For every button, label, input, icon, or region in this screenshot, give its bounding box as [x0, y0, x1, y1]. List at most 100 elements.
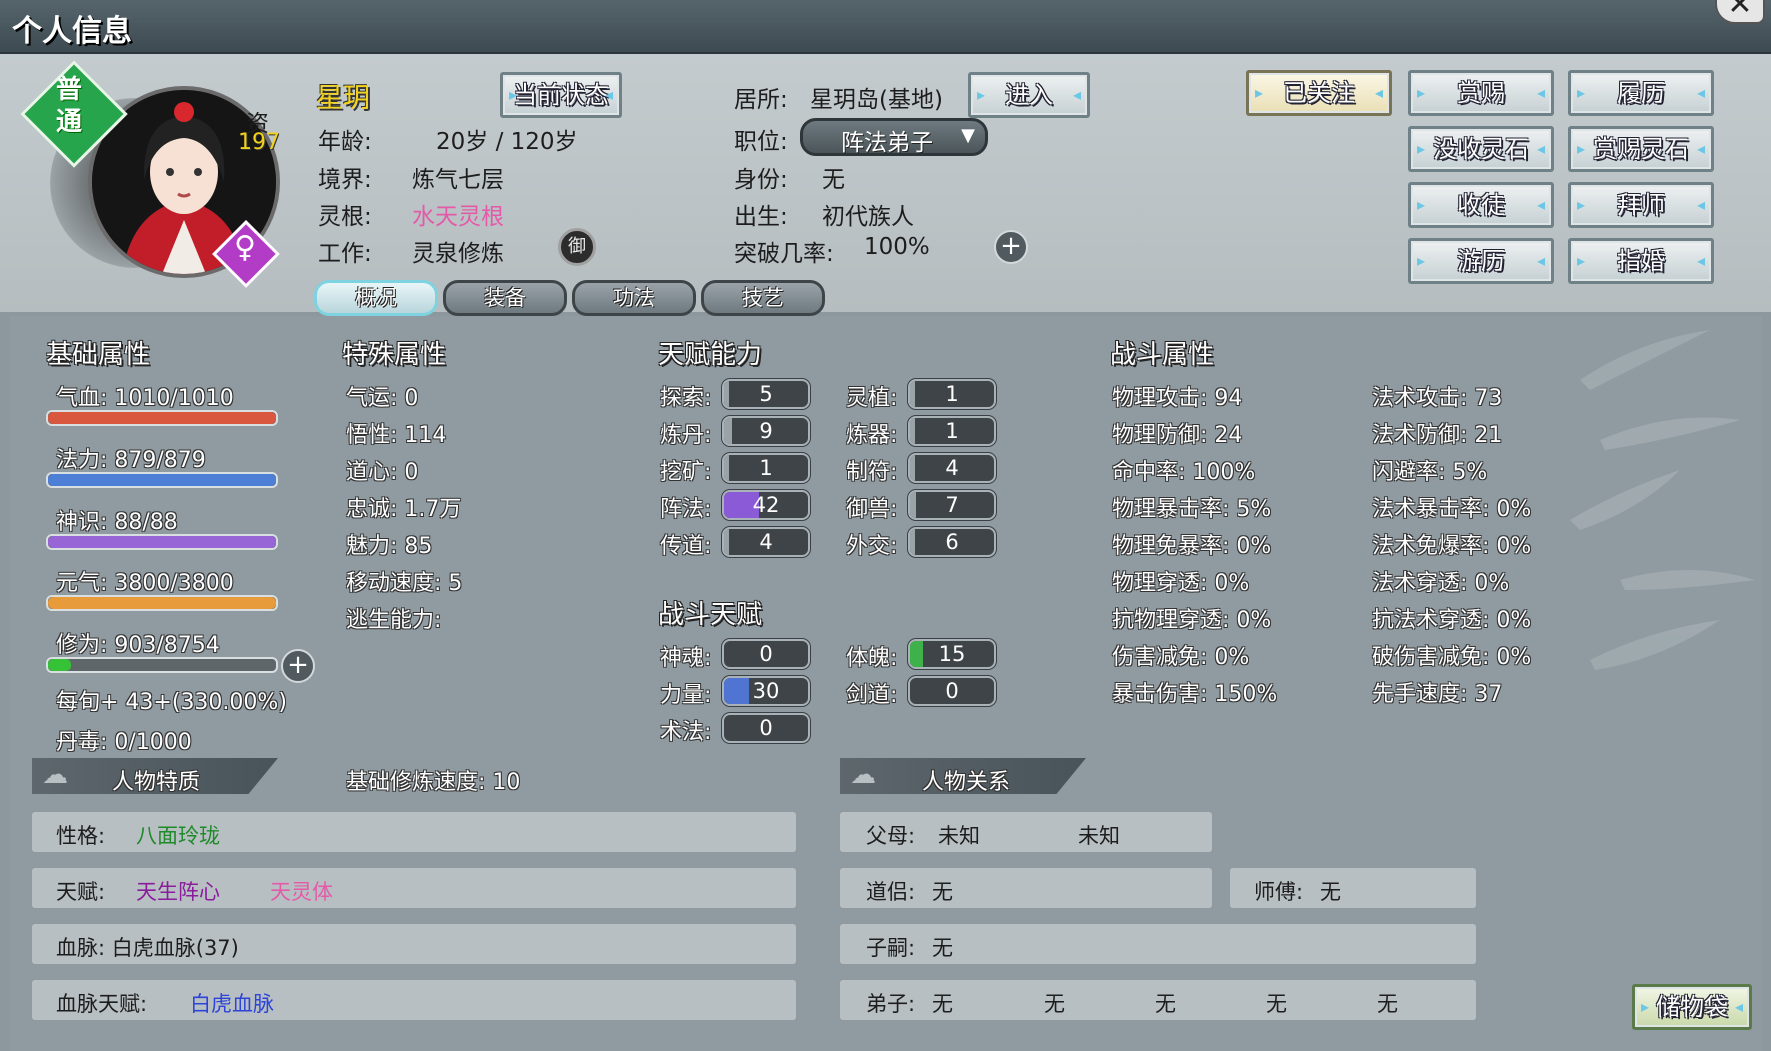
special-attribute: 魅力: 85: [346, 534, 433, 559]
talent-value-pill: 0: [908, 676, 996, 706]
talent-fill: [910, 492, 916, 518]
reward-stones-button[interactable]: 赏赐灵石: [1568, 126, 1714, 172]
job-seal-icon[interactable]: 御: [558, 228, 596, 266]
confiscate-stones-button[interactable]: 没收灵石: [1408, 126, 1554, 172]
close-button[interactable]: ✕: [1715, 0, 1765, 24]
breakthrough-plus-button[interactable]: +: [994, 230, 1028, 264]
tab-skills[interactable]: 技艺: [701, 280, 825, 316]
birth-value: 初代族人: [822, 204, 914, 230]
tab-equipment[interactable]: 装备: [443, 280, 567, 316]
divine-sense-bar: [46, 534, 278, 550]
combat-attribute: 抗物理穿透: 0%: [1112, 608, 1272, 633]
gift-2[interactable]: 天灵体: [270, 876, 333, 906]
talent-label: 术法:: [660, 720, 712, 745]
realm-value: 炼气七层: [412, 167, 504, 193]
bloodline-gift-value[interactable]: 白虎血脉: [190, 988, 274, 1018]
age-value: 20岁 / 120岁: [436, 129, 578, 155]
talent-value: 1: [945, 419, 959, 443]
talent-value: 4: [945, 456, 959, 480]
position-label: 职位:: [734, 129, 788, 155]
take-disciple-button[interactable]: 收徒: [1408, 182, 1554, 228]
talent-fill: [724, 455, 730, 481]
realm-label: 境界:: [318, 167, 372, 193]
reward-button[interactable]: 赏赐: [1408, 70, 1554, 116]
pill-poison: 丹毒: 0/1000: [56, 730, 192, 755]
talent-fill: [724, 678, 750, 704]
talent-label: 制符:: [846, 460, 898, 485]
talent-fill: [724, 418, 732, 444]
position-dropdown[interactable]: 阵法弟子 ▼: [800, 118, 988, 156]
current-status-button[interactable]: 当前状态: [500, 72, 622, 118]
relations-title: 人物关系: [922, 770, 1011, 795]
talent-value-pill: 4: [722, 527, 810, 557]
tab-techniques[interactable]: 功法: [572, 280, 696, 316]
gift-1[interactable]: 天生阵心: [136, 876, 220, 906]
enter-button[interactable]: 进入: [968, 72, 1090, 118]
special-attribute: 悟性: 114: [346, 423, 447, 448]
character-info-window: 个人信息 ✕ 普通 资 197 ♀ 星玥 当前状态 年龄: 20岁 / 120岁…: [0, 0, 1771, 1051]
talent-value-pill: 5: [722, 379, 810, 409]
disciple-slot[interactable]: 无: [1266, 988, 1287, 1018]
master-value[interactable]: 无: [1320, 876, 1341, 906]
talent-value: 5: [759, 382, 773, 406]
disciple-slot[interactable]: 无: [932, 988, 953, 1018]
bloodline-gift-row: 血脉天赋: 白虎血脉: [32, 980, 796, 1020]
cultivation-plus-button[interactable]: +: [281, 649, 315, 683]
gift-label: 天赋:: [56, 880, 106, 904]
personality-value[interactable]: 八面玲珑: [136, 820, 220, 850]
position-dropdown-value: 阵法弟子: [841, 130, 933, 156]
bloodline-gift-label: 血脉天赋:: [56, 992, 148, 1016]
disciple-slot[interactable]: 无: [1377, 988, 1398, 1018]
master-row: 师傅: 无: [1230, 868, 1476, 908]
combat-attribute: 法术攻击: 73: [1372, 386, 1503, 411]
combat-attribute: 物理穿透: 0%: [1112, 571, 1250, 596]
parent-2[interactable]: 未知: [1078, 820, 1120, 850]
arrange-marriage-button[interactable]: 指婚: [1568, 238, 1714, 284]
talent-label: 力量:: [660, 683, 712, 708]
combat-talent-title: 战斗天赋: [658, 600, 763, 630]
follow-button[interactable]: 已关注: [1246, 70, 1392, 116]
tab-overview[interactable]: 概况: [314, 280, 438, 316]
combat-attribute: 物理暴击率: 5%: [1112, 497, 1272, 522]
talent-label: 传道:: [660, 534, 712, 559]
vitality-text: 元气: 3800/3800: [56, 571, 234, 596]
disciple-slot[interactable]: 无: [1155, 988, 1176, 1018]
special-attribute: 道心: 0: [346, 460, 419, 485]
children-label: 子嗣:: [866, 936, 916, 960]
disciple-slot[interactable]: 无: [1044, 988, 1065, 1018]
partner-row: 道侣: 无: [840, 868, 1212, 908]
talent-label: 外交:: [846, 534, 898, 559]
travel-button[interactable]: 游历: [1408, 238, 1554, 284]
identity-label: 身份:: [734, 167, 788, 193]
combat-attribute: 物理攻击: 94: [1112, 386, 1243, 411]
talent-label: 炼丹:: [660, 423, 712, 448]
storage-bag-button[interactable]: 储物袋: [1632, 984, 1752, 1030]
talent-value: 1: [945, 382, 959, 406]
apprentice-button[interactable]: 拜师: [1568, 182, 1714, 228]
combat-attribute: 命中率: 100%: [1112, 460, 1256, 485]
talent-value: 9: [759, 419, 773, 443]
children-value[interactable]: 无: [932, 932, 953, 962]
hp-bar: [46, 410, 278, 426]
parent-1[interactable]: 未知: [938, 820, 980, 850]
talent-fill: [910, 381, 916, 407]
female-icon: ♀: [234, 230, 256, 265]
talent-label: 剑道:: [846, 683, 898, 708]
chevron-down-icon: ▼: [961, 125, 975, 146]
history-button[interactable]: 履历: [1568, 70, 1714, 116]
talent-label: 探索:: [660, 386, 712, 411]
hp-text: 气血: 1010/1010: [56, 386, 234, 411]
bloodline-row: 血脉: 白虎血脉(37): [32, 924, 796, 964]
cloud-icon: ☁: [850, 760, 876, 790]
talent-label: 御兽:: [846, 497, 898, 522]
special-attribute: 逃生能力:: [346, 608, 442, 633]
job-value: 灵泉修炼: [412, 241, 504, 267]
bloodline-text[interactable]: 血脉: 白虎血脉(37): [56, 932, 239, 962]
residence-value: 星玥岛(基地): [810, 87, 943, 113]
talent-label: 灵植:: [846, 386, 898, 411]
job-label: 工作:: [318, 241, 372, 267]
basic-attributes-title: 基础属性: [46, 340, 151, 370]
talent-label: 阵法:: [660, 497, 712, 522]
birth-label: 出生:: [734, 204, 788, 230]
partner-value[interactable]: 无: [932, 876, 953, 906]
